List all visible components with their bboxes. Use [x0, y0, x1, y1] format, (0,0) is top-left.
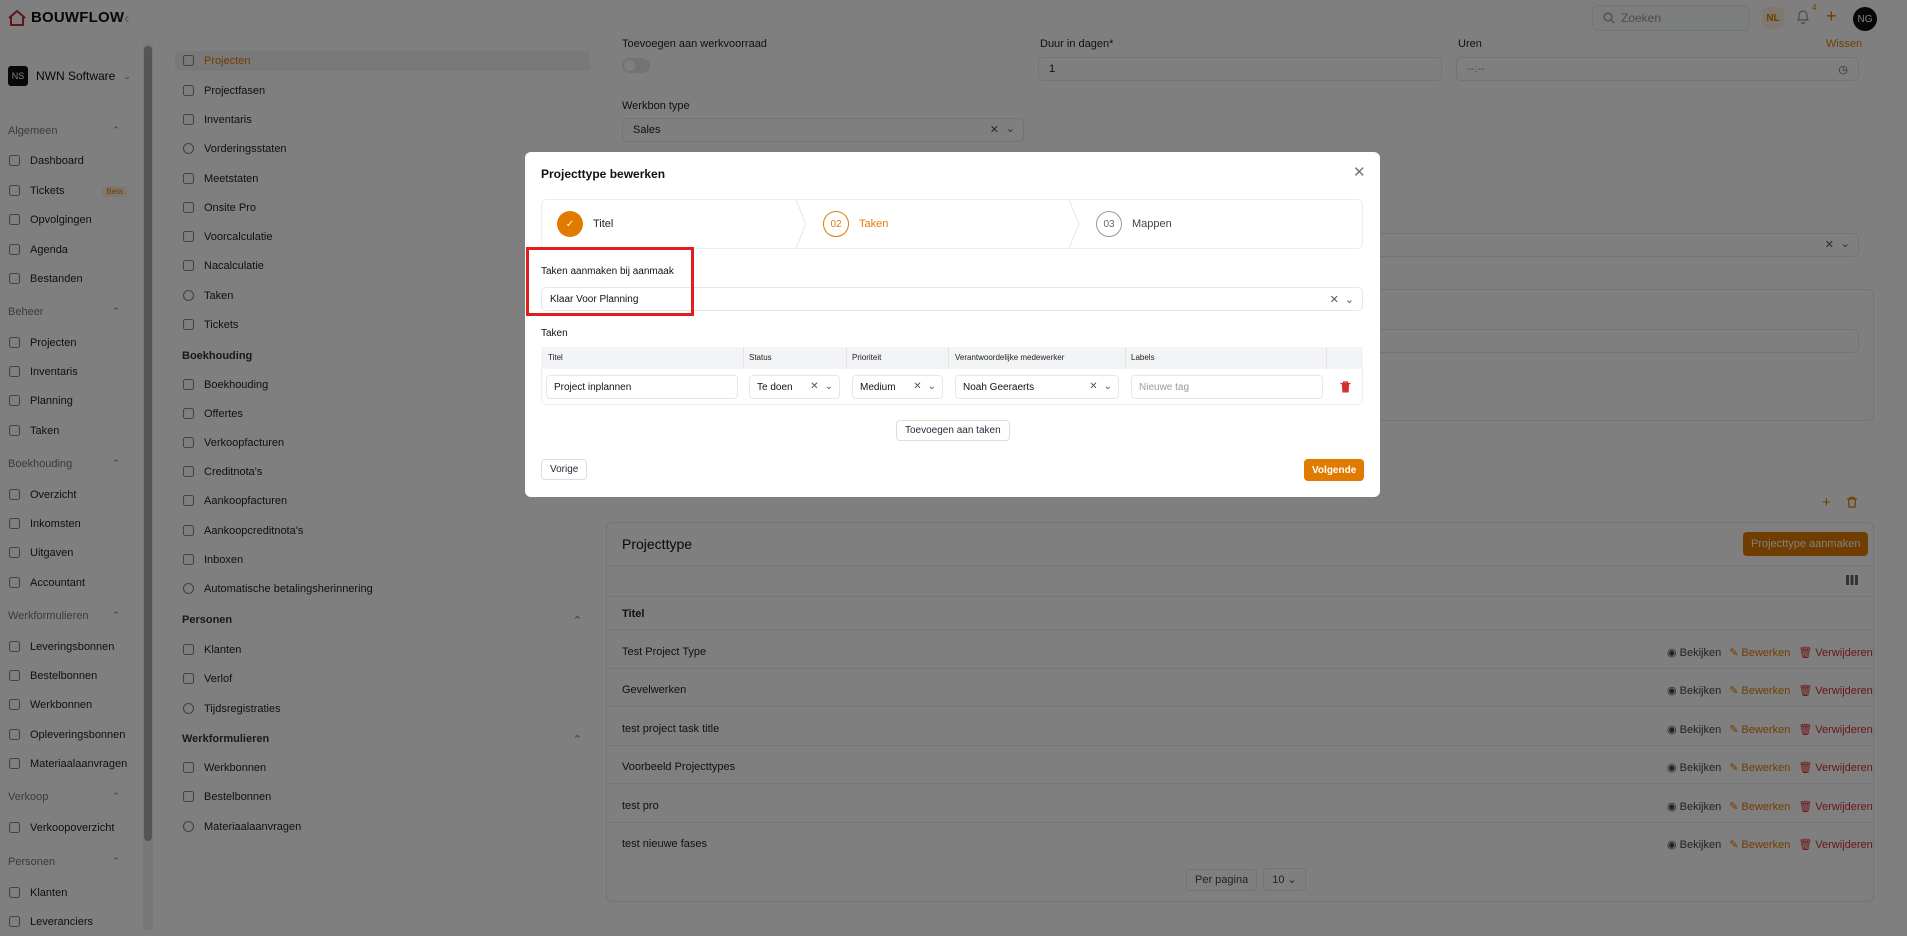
- tasks-table-header: [541, 347, 1363, 369]
- add-task-button[interactable]: Toevoegen aan taken: [896, 420, 1010, 441]
- task-status-select[interactable]: Te doen ✕ ⌄: [749, 375, 840, 399]
- trash-icon[interactable]: [1340, 381, 1351, 393]
- next-button[interactable]: Volgende: [1304, 459, 1365, 481]
- task-priority-select[interactable]: Medium ✕ ⌄: [852, 375, 943, 399]
- step-label: Taken: [859, 218, 889, 230]
- col-divider: [743, 347, 744, 369]
- step-taken[interactable]: 02 Taken: [823, 211, 888, 237]
- step-mappen[interactable]: 03 Mappen: [1096, 211, 1172, 237]
- task-assignee-value: Noah Geeraerts: [963, 381, 1035, 393]
- modal-title: Projecttype bewerken: [541, 167, 666, 181]
- step-separator-icon: [1068, 200, 1080, 248]
- step-separator-icon: [795, 200, 807, 248]
- previous-button[interactable]: Vorige: [541, 459, 588, 480]
- col-verantwoordelijke: Verantwoordelijke medewerker: [955, 353, 1065, 362]
- tasks-label: Taken: [541, 328, 568, 339]
- task-title-input[interactable]: Project inplannen: [546, 375, 738, 399]
- step-number: 03: [1096, 211, 1122, 237]
- col-divider: [948, 347, 949, 369]
- col-divider: [1125, 347, 1126, 369]
- task-status-value: Te doen: [757, 381, 793, 393]
- step-number: 02: [823, 211, 849, 237]
- col-divider: [846, 347, 847, 369]
- step-label: Titel: [593, 218, 614, 230]
- check-icon: ✓: [557, 211, 583, 237]
- chevron-down-icon[interactable]: ⌄: [928, 381, 936, 392]
- clear-icon[interactable]: ✕: [913, 381, 921, 392]
- close-icon[interactable]: ✕: [1353, 163, 1366, 181]
- clear-icon[interactable]: ✕: [1330, 293, 1339, 306]
- col-titel: Titel: [548, 353, 563, 362]
- col-divider: [1326, 347, 1327, 369]
- task-labels-input[interactable]: Nieuwe tag: [1131, 375, 1323, 399]
- chevron-down-icon[interactable]: ⌄: [825, 381, 833, 392]
- chevron-down-icon[interactable]: ⌄: [1345, 293, 1354, 306]
- col-status: Status: [749, 353, 772, 362]
- step-titel[interactable]: ✓ Titel: [557, 211, 613, 237]
- clear-icon[interactable]: ✕: [1089, 381, 1097, 392]
- col-labels: Labels: [1131, 353, 1155, 362]
- highlight-box: [526, 247, 694, 316]
- stepper: [541, 199, 1363, 249]
- clear-icon[interactable]: ✕: [810, 381, 818, 392]
- chevron-down-icon[interactable]: ⌄: [1104, 381, 1112, 392]
- col-prioriteit: Prioriteit: [852, 353, 882, 362]
- step-label: Mappen: [1132, 218, 1172, 230]
- task-priority-value: Medium: [860, 381, 896, 393]
- task-assignee-select[interactable]: Noah Geeraerts ✕ ⌄: [955, 375, 1119, 399]
